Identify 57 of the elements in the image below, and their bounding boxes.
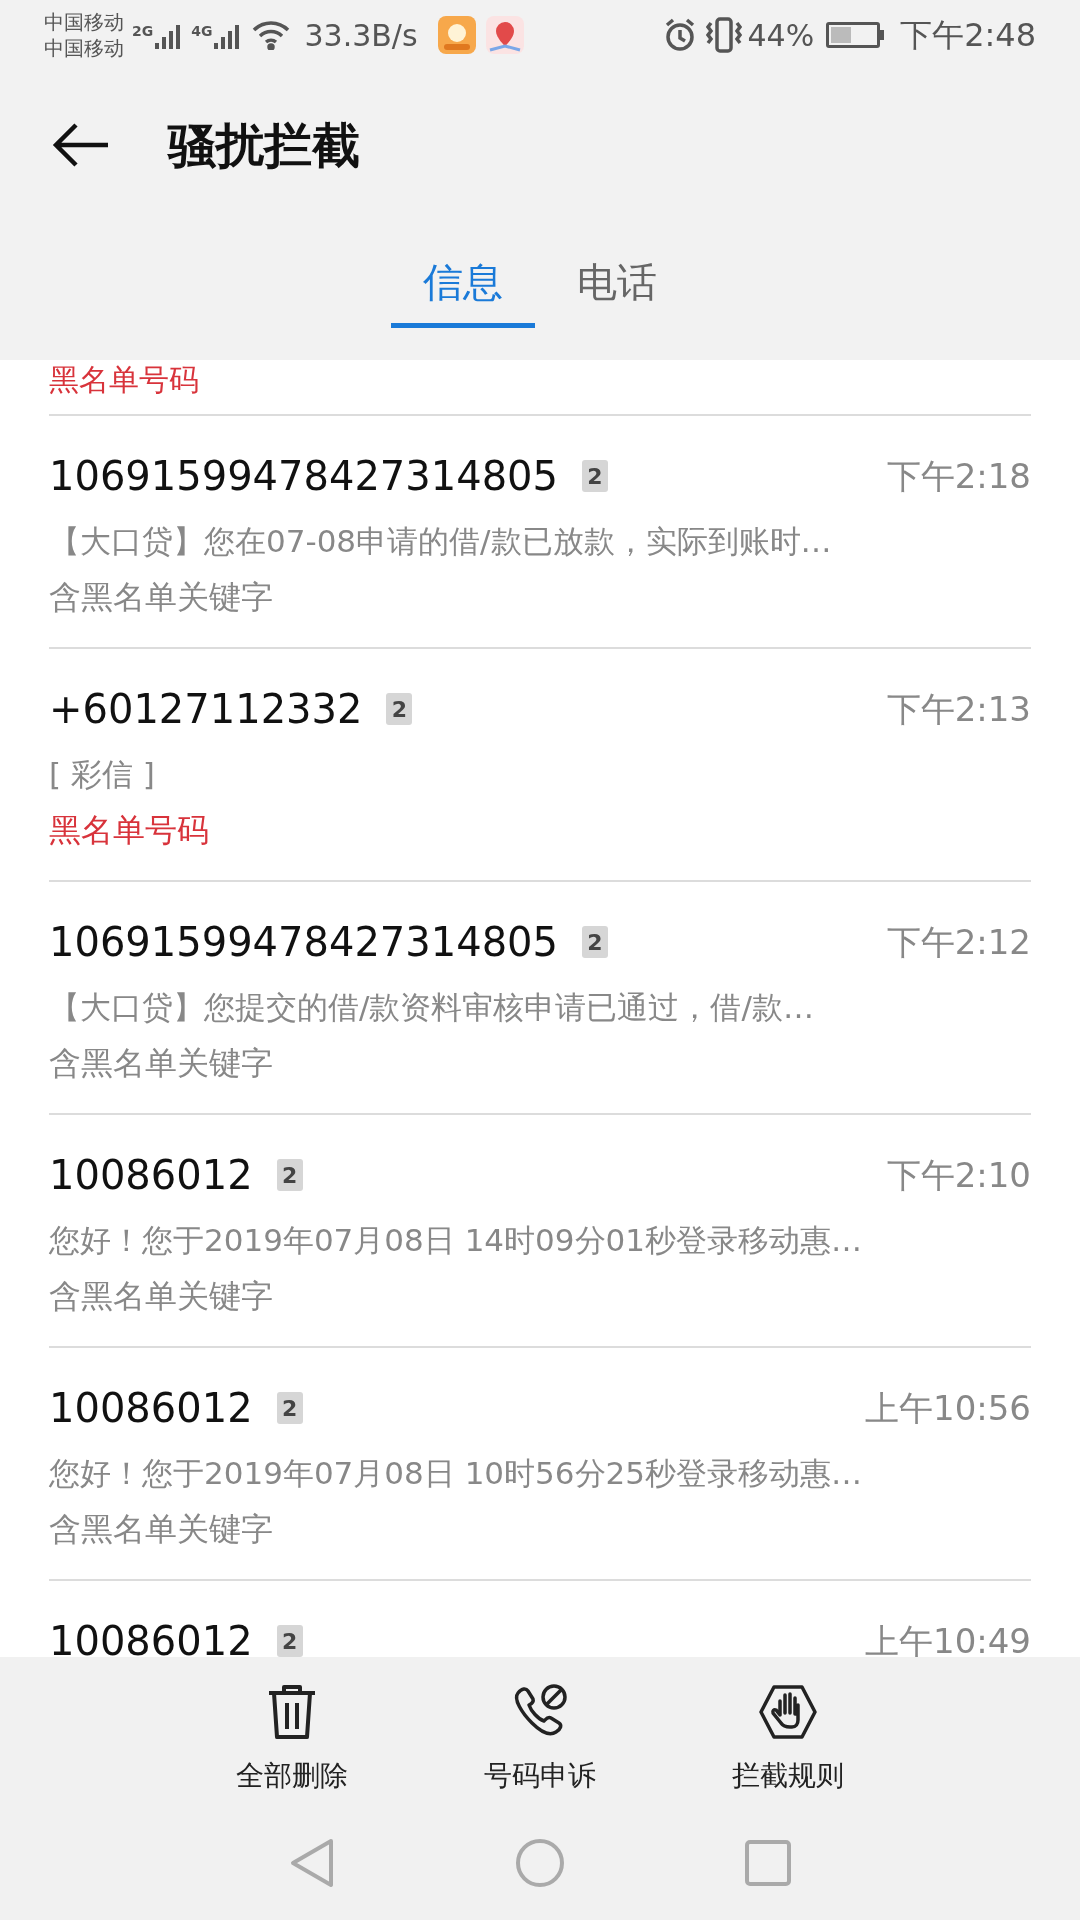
battery-icon: [826, 22, 885, 48]
sender-number: 10691599478427314805: [49, 918, 558, 967]
sim-badge: 2: [582, 460, 608, 492]
message-item[interactable]: +60127112332 2 下午2:13 [ 彩信 ] 黑名单号码: [49, 649, 1031, 882]
page-title: 骚扰拦截: [168, 116, 360, 175]
vibrate-icon: [705, 17, 744, 53]
tab[interactable]: 信息: [391, 240, 535, 328]
sim-badge: 2: [386, 693, 413, 725]
sender-number: 10086012: [49, 1617, 253, 1657]
sim-badge: 2: [276, 1392, 303, 1424]
battery-percent: 44%: [747, 16, 815, 55]
block-reason: 含黑名单关键字: [49, 1276, 274, 1317]
message-preview: [ 彩信 ]: [49, 754, 156, 794]
message-time: 下午2:18: [886, 454, 1031, 498]
network-type: 4G: [191, 22, 213, 41]
hand-stop-icon: [758, 1683, 818, 1741]
message-preview: 您好！您于2019年07月08日 14时09分01秒登录移动惠…: [49, 1220, 863, 1260]
message-preview: 【大口贷】您提交的借/款资料审核申请已通过，借/款…: [49, 987, 815, 1027]
message-item[interactable]: 10086012 2 上午10:56 您好！您于2019年07月08日 10时56分25秒登录移动惠… 含黑名单关键字: [49, 1348, 1031, 1581]
block-reason: 含黑名单关键字: [49, 577, 274, 618]
back-arrow-icon[interactable]: [52, 123, 110, 167]
sender-number: +60127112332: [49, 685, 363, 734]
map-pin-icon: [485, 16, 524, 54]
sim-badge: 2: [276, 1625, 303, 1657]
sender-number: 10086012: [49, 1384, 253, 1433]
block-reason: 黑名单号码: [49, 810, 210, 851]
sender-number: 10691599478427314805: [49, 452, 558, 501]
network-speed: 33.3B/s: [304, 16, 418, 55]
network-type: 2G: [132, 22, 154, 41]
action-button[interactable]: 全部删除: [182, 1683, 402, 1797]
message-time: 下午2:10: [886, 1153, 1031, 1197]
sim-badge: 2: [276, 1159, 303, 1191]
carrier-name: 中国移动: [44, 35, 124, 61]
sim-badge: 2: [582, 926, 608, 958]
message-item[interactable]: 10086012 2 下午2:10 您好！您于2019年07月08日 14时09分01秒登录移动惠… 含黑名单关键字: [49, 1115, 1031, 1348]
message-time: 上午10:49: [865, 1619, 1031, 1657]
message-preview: 【大口贷】您在07-08申请的借/款已放款，实际到账时…: [49, 521, 833, 561]
carrier-name: 中国移动: [44, 9, 124, 35]
wifi-icon: [252, 20, 291, 50]
message-item[interactable]: 10691599478427314805 2 下午2:18 【大口贷】您在07-08申请的借/款已放款，实际到账时… 含黑名单关键字: [49, 416, 1031, 649]
clock-time: 下午2:48: [900, 15, 1036, 56]
message-item[interactable]: 10691599478427314805 2 下午2:12 【大口贷】您提交的借/款资料审核申请已通过，借/款… 含黑名单关键字: [49, 882, 1031, 1115]
message-time: 下午2:12: [886, 920, 1031, 964]
block-reason: 含黑名单关键字: [49, 1043, 274, 1084]
action-button[interactable]: 号码申诉: [430, 1683, 650, 1797]
action-button[interactable]: 拦截规则: [678, 1683, 898, 1797]
message-time: 上午10:56: [865, 1386, 1031, 1430]
recent-apps-icon[interactable]: [745, 1840, 791, 1886]
block-reason: 黑名单号码: [49, 361, 200, 399]
back-nav-icon[interactable]: [289, 1837, 335, 1889]
message-time: 下午2:13: [886, 687, 1031, 731]
home-nav-icon[interactable]: [515, 1838, 565, 1888]
block-reason: 含黑名单关键字: [49, 1509, 274, 1550]
message-preview: 您好！您于2019年07月08日 10时56分25秒登录移动惠…: [49, 1453, 863, 1493]
app-icon: [437, 16, 476, 54]
sender-number: 10086012: [49, 1151, 253, 1200]
tab[interactable]: 电话: [545, 240, 689, 328]
